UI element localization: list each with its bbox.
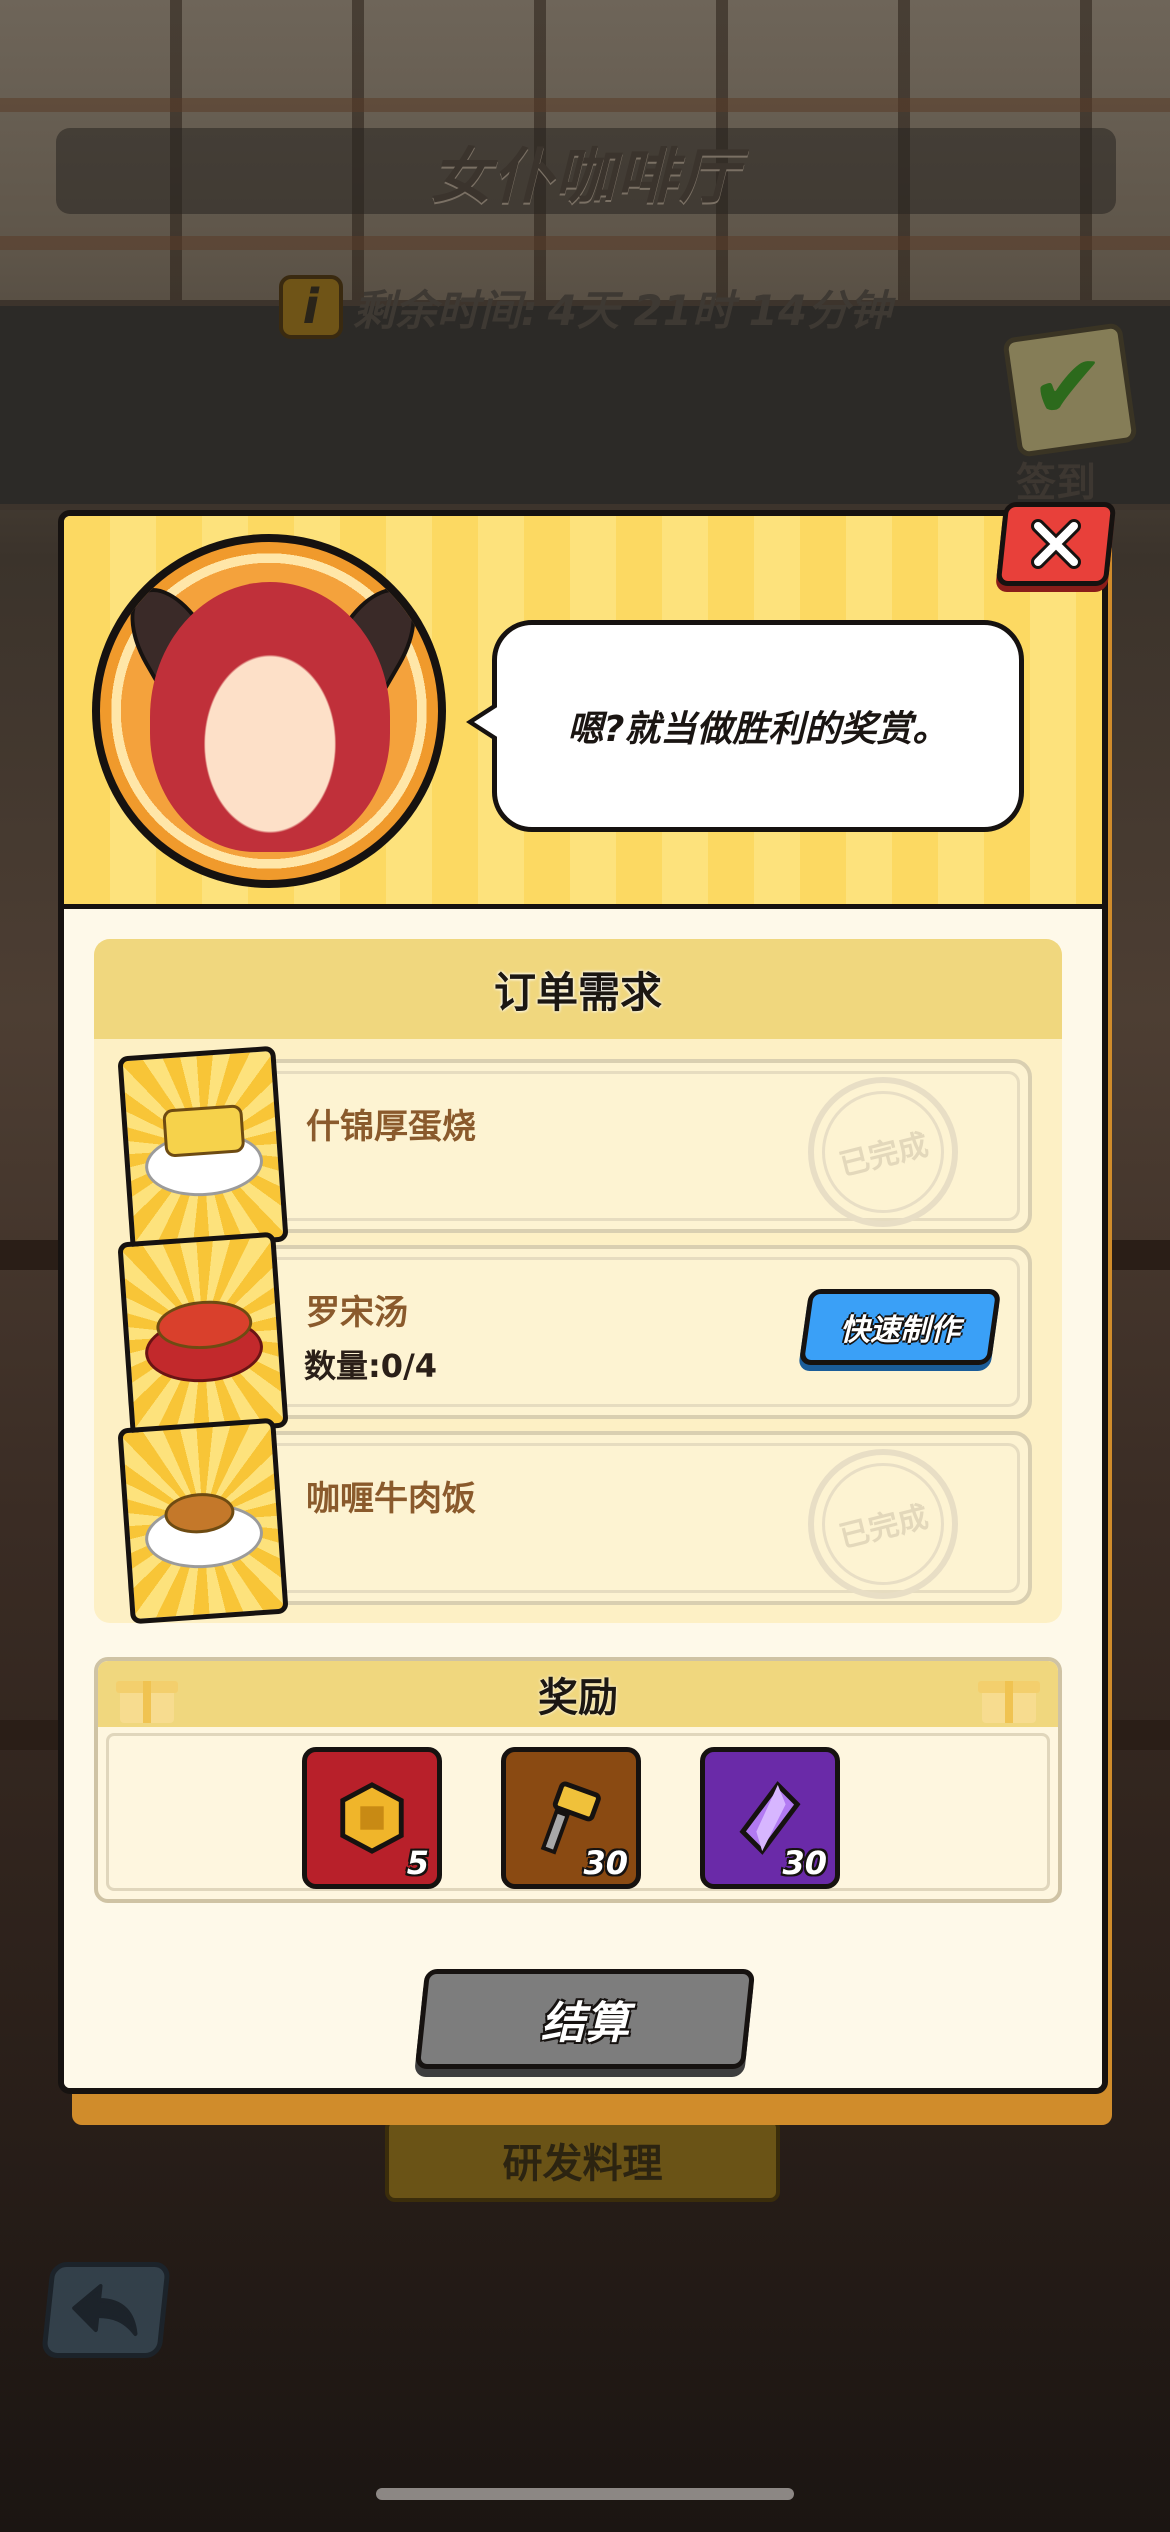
back-button[interactable] — [40, 2262, 172, 2358]
order-dialog: 嗯?就当做胜利的奖赏。 订单需求 什锦厚蛋烧 已完成 罗宋汤 数量:0/4 快速… — [58, 510, 1108, 2094]
background-beam — [0, 98, 1170, 112]
quick-make-button[interactable]: 快速制作 — [798, 1289, 1002, 1365]
food-name: 咖喱牛肉饭 — [306, 1479, 476, 1519]
info-icon[interactable]: i — [278, 275, 343, 339]
settle-button[interactable]: 结算 — [414, 1969, 756, 2069]
soup-shape — [154, 1297, 254, 1353]
reward-count: 30 — [583, 1844, 628, 1882]
food-name: 罗宋汤 — [306, 1293, 408, 1333]
reward-header: 奖励 — [98, 1661, 1058, 1727]
borscht-icon — [117, 1231, 289, 1439]
research-button[interactable]: 研发料理 — [385, 2118, 780, 2202]
order-row: 罗宋汤 数量:0/4 快速制作 — [117, 1231, 1032, 1439]
order-header: 订单需求 — [94, 939, 1062, 1039]
info-icon-glyph: i — [302, 279, 320, 335]
gift-icon — [116, 1681, 178, 1723]
signin-button[interactable]: ✔ 签到 — [1000, 322, 1140, 510]
close-icon — [1031, 519, 1081, 569]
gift-icon — [978, 1681, 1040, 1723]
home-indicator — [376, 2488, 794, 2500]
egg-roll-shape — [162, 1104, 246, 1158]
curry-rice-icon — [117, 1417, 289, 1625]
order-row: 什锦厚蛋烧 已完成 — [117, 1045, 1032, 1253]
completed-text: 已完成 — [826, 1489, 940, 1559]
settle-label: 结算 — [541, 1998, 629, 2049]
reward-count: 5 — [406, 1844, 429, 1882]
reward-count: 30 — [782, 1844, 827, 1882]
event-timer: i 剩余时间: 4天 21时 14分钟 — [0, 272, 1170, 342]
speech-text: 嗯?就当做胜利的奖赏。 — [567, 709, 949, 750]
tamagoyaki-icon — [117, 1045, 289, 1253]
order-title: 订单需求 — [493, 967, 662, 1017]
food-name: 什锦厚蛋烧 — [306, 1107, 476, 1147]
dialog-header: 嗯?就当做胜利的奖赏。 — [64, 516, 1102, 904]
completed-stamp: 已完成 — [808, 1077, 958, 1227]
plate-icon — [142, 1490, 266, 1573]
background-beam — [0, 236, 1170, 250]
order-panel: 订单需求 什锦厚蛋烧 已完成 罗宋汤 数量:0/4 快速制作 咖喱牛肉饭 已完成 — [94, 939, 1062, 1625]
reward-item[interactable]: 30 — [700, 1747, 840, 1889]
close-button[interactable] — [995, 502, 1117, 586]
quick-make-label: 快速制作 — [840, 1313, 960, 1348]
title-bar: 女仆咖啡厅 — [56, 128, 1116, 214]
reward-title: 奖励 — [538, 1675, 618, 1721]
speech-bubble: 嗯?就当做胜利的奖赏。 — [492, 620, 1024, 832]
back-arrow-icon — [72, 2284, 138, 2336]
page-title: 女仆咖啡厅 — [431, 141, 741, 212]
completed-text: 已完成 — [826, 1117, 940, 1187]
speech-bubble-tail-fill — [474, 704, 502, 740]
curry-shape — [163, 1490, 236, 1536]
gold-token-icon — [340, 1782, 404, 1854]
dialog-body: 订单需求 什锦厚蛋烧 已完成 罗宋汤 数量:0/4 快速制作 咖喱牛肉饭 已完成… — [64, 904, 1102, 2088]
completed-stamp: 已完成 — [808, 1449, 958, 1599]
order-row: 咖喱牛肉饭 已完成 — [117, 1417, 1032, 1625]
plate-icon — [142, 1104, 266, 1201]
timer-value: 4天 21时 14分钟 — [547, 285, 892, 335]
food-quantity: 数量:0/4 — [304, 1347, 438, 1385]
character-face — [150, 582, 390, 852]
checkmark-icon: ✔ — [1030, 335, 1106, 440]
character-portrait — [92, 534, 446, 888]
timer-label: 剩余时间: — [352, 285, 538, 335]
reward-item[interactable]: 5 — [302, 1747, 442, 1889]
portrait-frame — [100, 542, 438, 880]
research-label: 研发料理 — [502, 2141, 663, 2187]
bowl-icon — [142, 1297, 266, 1387]
signin-label: 签到 — [1016, 460, 1096, 506]
reward-item[interactable]: 30 — [501, 1747, 641, 1889]
reward-panel: 奖励 5 30 30 — [94, 1657, 1062, 1903]
